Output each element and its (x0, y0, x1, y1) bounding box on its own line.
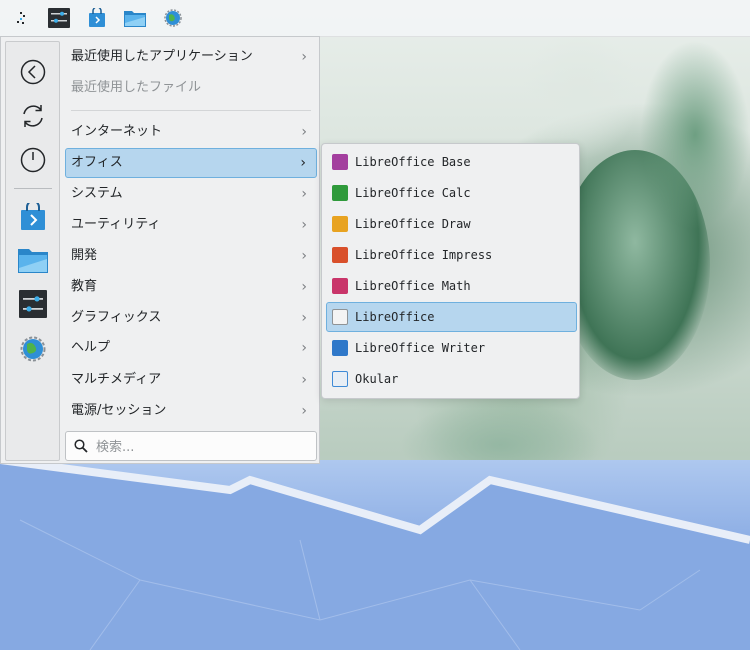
app-label: Okular (355, 372, 399, 386)
favorite-files[interactable] (16, 243, 50, 277)
recent-applications-item[interactable]: 最近使用したアプリケーション › (65, 42, 317, 72)
app-libreoffice-draw[interactable]: LibreOffice Draw (326, 209, 577, 239)
favorite-browser[interactable] (16, 332, 50, 366)
chevron-right-icon: › (301, 248, 307, 264)
shutdown-button[interactable] (16, 143, 50, 177)
category-label: ヘルプ (71, 340, 111, 355)
category-label: システム (71, 186, 123, 201)
category-help[interactable]: ヘルプ › (65, 333, 317, 363)
search-input[interactable] (94, 436, 313, 458)
chevron-right-icon: › (301, 340, 307, 356)
category-power-session[interactable]: 電源/セッション › (65, 396, 317, 426)
category-label: 最近使用したファイル (71, 80, 202, 95)
restart-icon (23, 105, 43, 127)
category-label: 開発 (71, 248, 98, 263)
back-arrow-icon (20, 59, 46, 85)
libreoffice-math-icon (332, 278, 348, 294)
settings-icon (48, 8, 70, 28)
folder-icon (18, 249, 48, 273)
category-office[interactable]: オフィス › (65, 148, 317, 178)
category-system[interactable]: システム › (65, 179, 317, 209)
recent-files-item[interactable]: 最近使用したファイル (65, 73, 317, 103)
category-multimedia[interactable]: マルチメディア › (65, 365, 317, 395)
top-panel (0, 0, 750, 37)
category-label: 電源/セッション (71, 403, 167, 418)
app-okular[interactable]: Okular (326, 364, 577, 394)
chevron-right-icon: › (301, 186, 307, 202)
category-development[interactable]: 開発 › (65, 241, 317, 271)
chevron-right-icon: › (301, 49, 307, 65)
libreoffice-draw-icon (332, 216, 348, 232)
store-bag-icon (21, 203, 45, 230)
category-utilities[interactable]: ユーティリティ › (65, 210, 317, 240)
category-education[interactable]: 教育 › (65, 272, 317, 302)
globe-icon (20, 336, 46, 362)
menu-separator (71, 110, 311, 111)
category-label: 教育 (71, 279, 98, 294)
office-submenu: LibreOffice Base LibreOffice Calc LibreO… (321, 143, 580, 399)
category-internet[interactable]: インターネット › (65, 117, 317, 147)
category-graphics[interactable]: グラフィックス › (65, 303, 317, 333)
app-label: LibreOffice Draw (355, 217, 471, 231)
wallpaper-shape (520, 30, 640, 160)
chevron-right-icon: › (301, 217, 307, 233)
power-icon (20, 147, 46, 173)
libreoffice-writer-icon (332, 340, 348, 356)
settings-icon (19, 290, 47, 318)
libreoffice-impress-icon (332, 247, 348, 263)
launcher-icon (17, 12, 25, 24)
category-label: ユーティリティ (71, 217, 161, 232)
app-libreoffice-impress[interactable]: LibreOffice Impress (326, 240, 577, 270)
chevron-right-icon: › (301, 279, 307, 295)
launcher-sidebar (5, 41, 60, 461)
globe-icon (164, 9, 182, 27)
chevron-right-icon: › (301, 403, 307, 419)
app-label: LibreOffice Base (355, 155, 471, 169)
category-label: マルチメディア (71, 372, 162, 387)
app-libreoffice-calc[interactable]: LibreOffice Calc (326, 178, 577, 208)
app-libreoffice-math[interactable]: LibreOffice Math (326, 271, 577, 301)
search-icon (74, 439, 88, 453)
app-label: LibreOffice Calc (355, 186, 471, 200)
back-button[interactable] (16, 55, 50, 89)
chevron-right-icon: › (301, 310, 307, 326)
taskbar-store-button[interactable] (80, 1, 114, 35)
app-label: LibreOffice Impress (355, 248, 493, 262)
wallpaper-shape (640, 40, 750, 230)
category-label: オフィス (71, 155, 123, 170)
chevron-right-icon: › (301, 124, 307, 140)
app-libreoffice[interactable]: LibreOffice (326, 302, 577, 332)
okular-icon (332, 371, 348, 387)
category-label: 最近使用したアプリケーション (71, 49, 253, 64)
sidebar-separator (14, 188, 52, 189)
wallpaper-floor (0, 460, 750, 650)
app-libreoffice-base[interactable]: LibreOffice Base (326, 147, 577, 177)
taskbar-files-button[interactable] (118, 1, 152, 35)
folder-icon (124, 11, 146, 27)
search-field[interactable] (65, 431, 317, 461)
chevron-right-icon: › (300, 155, 306, 171)
chevron-right-icon: › (301, 372, 307, 388)
store-bag-icon (89, 8, 105, 27)
favorite-settings[interactable] (16, 287, 50, 321)
libreoffice-icon (332, 309, 348, 325)
taskbar-settings-button[interactable] (42, 1, 76, 35)
restart-button[interactable] (16, 99, 50, 133)
app-label: LibreOffice Writer (355, 341, 486, 355)
taskbar-browser-button[interactable] (156, 1, 190, 35)
application-launcher-button[interactable] (4, 1, 38, 35)
app-label: LibreOffice (355, 310, 435, 324)
category-label: グラフィックス (71, 310, 162, 325)
favorite-store[interactable] (16, 200, 50, 234)
libreoffice-base-icon (332, 154, 348, 170)
libreoffice-calc-icon (332, 185, 348, 201)
application-launcher-menu: 最近使用したアプリケーション › 最近使用したファイル インターネット › オフ… (0, 36, 320, 464)
app-libreoffice-writer[interactable]: LibreOffice Writer (326, 333, 577, 363)
app-label: LibreOffice Math (355, 279, 471, 293)
category-label: インターネット (71, 124, 163, 139)
